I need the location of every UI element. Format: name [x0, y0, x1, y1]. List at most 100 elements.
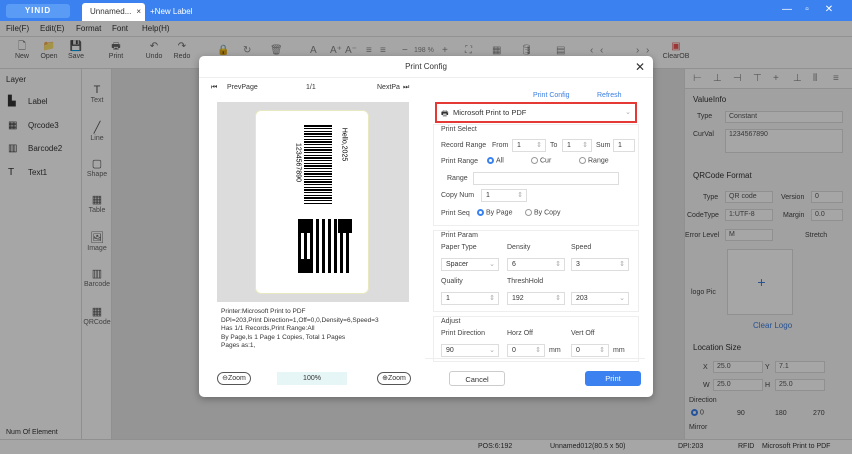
speed-stepper[interactable]: 3 ⇕	[571, 258, 629, 271]
range-range-radio[interactable]: Range	[579, 157, 609, 164]
print-seq-label: Print Seq	[441, 210, 470, 217]
threshhold-stepper[interactable]: 192 ⇕	[507, 292, 565, 305]
to-label: To	[550, 142, 558, 149]
prev-page-button[interactable]: PrevPage	[227, 84, 258, 91]
stepper-icon: ⇕	[619, 261, 625, 268]
from-value: 1	[517, 142, 521, 149]
horz-off-label: Horz Off	[507, 330, 533, 337]
vert-off-value: 0	[576, 347, 580, 354]
print-preview: ⏮ PrevPage 1/1 NextPa ⏭ 1234567890 Hello…	[211, 78, 409, 366]
label-qrcode	[298, 219, 352, 273]
range-all-text: All	[496, 157, 504, 165]
print-config-link[interactable]: Print Config	[533, 92, 570, 99]
radio-off	[525, 209, 532, 216]
chevron-down-icon: ⌄	[619, 295, 625, 302]
vert-mm-label: mm	[613, 347, 625, 354]
radio-on	[487, 157, 494, 164]
sum-input[interactable]: 1	[613, 139, 635, 152]
stepper-icon: ⇕	[517, 192, 523, 199]
stepper-icon: ⇕	[535, 347, 541, 354]
last-page-icon-dialog[interactable]: ⏭	[403, 84, 409, 92]
by-copy-text: By Copy	[534, 209, 561, 217]
stepper-icon: ⇕	[536, 142, 542, 149]
by-copy-radio[interactable]: By Copy	[525, 209, 560, 216]
chevron-down-icon: ⌄	[489, 261, 495, 268]
record-range-label: Record Range	[441, 142, 487, 149]
window-close-icon[interactable]: ✕	[822, 3, 836, 17]
print-form: Print Config Refresh 🖶 Microsoft Print t…	[425, 78, 645, 364]
label-preview: 1234567890 Hello,2025	[255, 110, 369, 294]
label-barcode-number: 1234567890	[294, 143, 302, 182]
print-info: Printer:Microsoft Print to PDF DPI=203,P…	[217, 304, 409, 360]
zoom-out-button[interactable]: ⊖Zoom	[217, 372, 251, 385]
page-indicator: 1/1	[306, 84, 316, 91]
info-line: Printer:Microsoft Print to PDF	[221, 308, 306, 315]
stepper-icon: ⇕	[555, 261, 561, 268]
speed-value: 3	[576, 261, 580, 268]
print-select-label: Print Select	[441, 126, 477, 133]
print-button-dialog[interactable]: Print	[585, 371, 641, 386]
print-direction-label: Print Direction	[441, 330, 485, 337]
vert-off-label: Vert Off	[571, 330, 595, 337]
paper-type-select[interactable]: Spacer ⌄	[441, 258, 499, 271]
restore-icon[interactable]: ▫	[800, 3, 814, 17]
next-page-button[interactable]: NextPa	[377, 84, 400, 91]
range-label: Range	[447, 175, 468, 182]
by-page-text: By Page	[486, 209, 513, 217]
info-line: Pages as:1,	[221, 342, 256, 349]
dialog-close-icon[interactable]: ✕	[635, 60, 645, 74]
horz-off-value: 0	[512, 347, 516, 354]
horz-mm-label: mm	[549, 347, 561, 354]
print-direction-value: 90	[446, 347, 454, 354]
horz-off-stepper[interactable]: 0 ⇕	[507, 344, 545, 357]
from-label: From	[492, 142, 509, 149]
cancel-button[interactable]: Cancel	[449, 371, 505, 386]
range-cur-text: Cur	[540, 157, 552, 165]
adjust-label: Adjust	[441, 318, 461, 325]
radio-off	[531, 157, 538, 164]
new-label-button[interactable]: +New Label	[150, 3, 192, 21]
copy-num-stepper[interactable]: 1 ⇕	[481, 189, 527, 202]
density-stepper[interactable]: 6 ⇕	[507, 258, 565, 271]
refresh-link[interactable]: Refresh	[597, 92, 622, 99]
sum-label: Sum	[596, 142, 611, 149]
range-input[interactable]	[473, 172, 619, 185]
density-label: Density	[507, 244, 531, 251]
print-direction-select[interactable]: 90 ⌄	[441, 344, 499, 357]
vert-off-stepper[interactable]: 0 ⇕	[571, 344, 609, 357]
by-page-radio[interactable]: By Page	[477, 209, 512, 216]
preview-area: 1234567890 Hello,2025	[217, 102, 409, 302]
label-barcode	[304, 125, 332, 205]
app-logo: YINID	[6, 4, 70, 18]
printer-icon-small: 🖶	[441, 109, 449, 118]
range-all-radio[interactable]: All	[487, 157, 504, 164]
quality-stepper[interactable]: 1 ⇕	[441, 292, 499, 305]
zoom-out-label: Zoom	[227, 375, 246, 382]
to-value: 1	[567, 142, 571, 149]
dialog-divider	[425, 358, 645, 359]
to-stepper[interactable]: 1 ⇕	[562, 139, 592, 152]
paper-type-label: Paper Type	[441, 244, 477, 251]
quality-label: Quality	[441, 278, 463, 285]
first-page-icon-dialog[interactable]: ⏮	[211, 84, 217, 92]
chevron-down-icon: ⌄	[489, 347, 495, 354]
from-stepper[interactable]: 1 ⇕	[512, 139, 546, 152]
radio-on	[477, 209, 484, 216]
range-cur-radio[interactable]: Cur	[531, 157, 551, 164]
dpi-select[interactable]: 203 ⌄	[571, 292, 629, 305]
title-bar: YINID Unnamed... × +New Label — ▫ ✕	[0, 0, 852, 21]
paper-type-value: Spacer	[446, 261, 469, 268]
info-line: DPI=203,Print Direction=1,Off=0,0,Densit…	[221, 316, 379, 324]
zoom-in-button[interactable]: ⊕Zoom	[377, 372, 411, 385]
stepper-icon: ⇕	[599, 347, 605, 354]
minimize-icon[interactable]: —	[780, 3, 794, 17]
stepper-icon: ⇕	[489, 295, 495, 302]
radio-off	[579, 157, 586, 164]
stepper-icon: ⇕	[555, 295, 561, 302]
printer-select[interactable]: 🖶 Microsoft Print to PDF ⌄	[435, 102, 637, 123]
label-text: Hello,2025	[340, 127, 348, 162]
tab-close-icon[interactable]: ×	[136, 3, 141, 21]
zoom-percent: 100%	[277, 372, 347, 385]
document-tab[interactable]: Unnamed... ×	[82, 3, 145, 21]
print-range-label: Print Range	[441, 158, 478, 165]
